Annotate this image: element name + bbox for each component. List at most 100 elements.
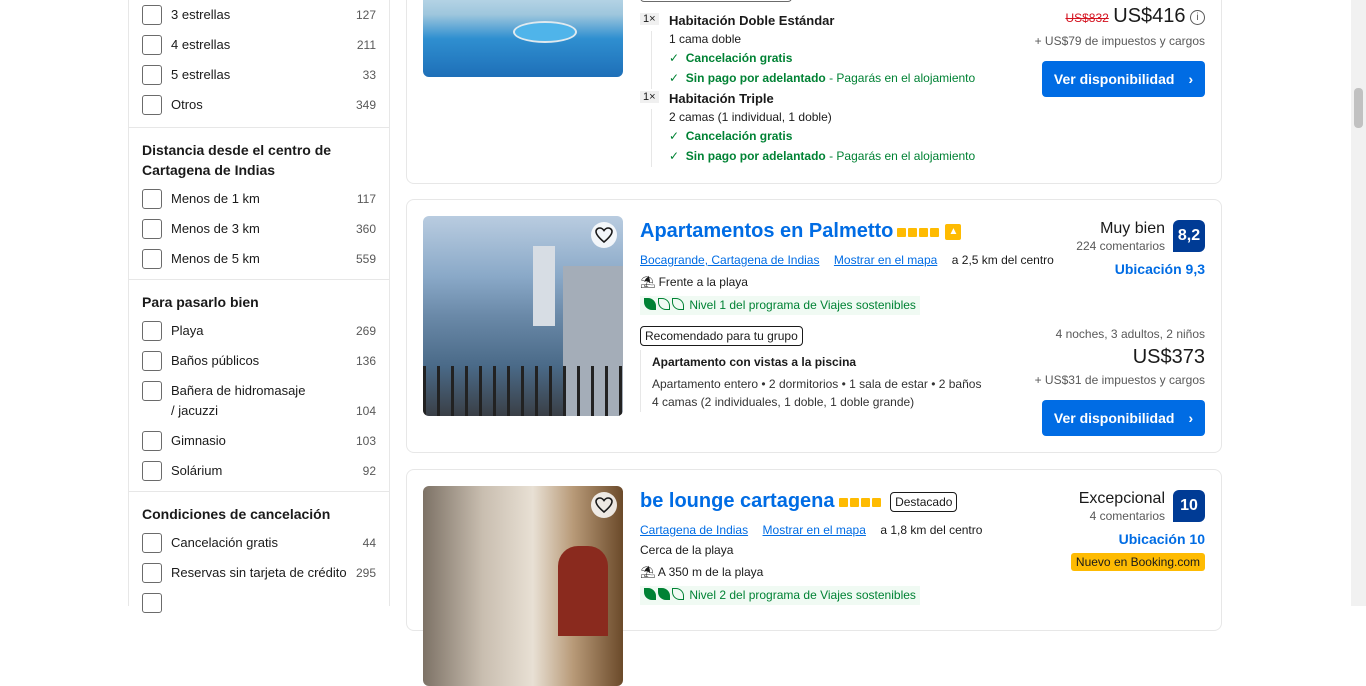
info-icon[interactable]: i — [1190, 10, 1205, 26]
filter-option[interactable]: Otros 349 — [142, 90, 376, 127]
chevron-right-icon: › — [1188, 71, 1194, 87]
filters-sidebar: 3 estrellas 127 4 estrellas 211 5 estrella… — [128, 0, 390, 613]
review-score[interactable]: 10 — [1173, 490, 1205, 522]
filter-option[interactable]: Gimnasio 103 — [142, 426, 376, 456]
room-name: Habitación Triple — [669, 91, 774, 106]
checkbox[interactable] — [142, 533, 162, 553]
divider — [640, 350, 641, 412]
filter-option[interactable]: Menos de 5 km 559 — [142, 244, 376, 279]
filter-option[interactable]: 4 estrellas 211 — [142, 30, 376, 60]
star-icon — [930, 228, 940, 238]
price: US$416 — [1113, 5, 1186, 27]
property-card: 1× Habitación Doble Estándar 1 cama dobl… — [406, 0, 1222, 184]
location-score[interactable]: Ubicación 10 — [1119, 531, 1205, 547]
check-icon: ✓ — [669, 71, 680, 85]
distance: a 1,8 km del centro — [880, 523, 983, 537]
location-score[interactable]: Ubicación 9,3 — [1115, 261, 1205, 277]
star-icon — [919, 228, 929, 238]
leaf-icon — [644, 298, 686, 313]
property-card: be lounge cartagena Destacado Cartagena … — [406, 469, 1222, 686]
page-scrollbar[interactable] — [1351, 0, 1366, 606]
checkbox[interactable] — [142, 189, 162, 209]
rating-stars — [838, 490, 883, 513]
checkbox[interactable] — [142, 249, 162, 269]
heart-icon[interactable] — [591, 492, 617, 518]
thumbs-up-icon: ▲ — [945, 223, 962, 240]
rating-word: Excepcional — [1078, 490, 1165, 507]
star-icon — [897, 228, 907, 238]
star-icon — [871, 498, 881, 508]
distance: a 2,5 km del centro — [951, 253, 1054, 267]
checkbox[interactable] — [142, 35, 162, 55]
checkbox[interactable] — [142, 431, 162, 451]
filter-option[interactable]: Menos de 3 km 360 — [142, 214, 376, 244]
property-photo[interactable] — [423, 0, 623, 77]
filter-option[interactable] — [142, 588, 376, 618]
checkbox[interactable] — [142, 381, 162, 401]
star-icon — [908, 228, 918, 238]
filter-option[interactable]: Bañera de hidromasaje / jacuzzi 104 — [142, 376, 376, 426]
room-name: Habitación Doble Estándar — [669, 13, 835, 28]
near-beach: Cerca de la playa — [640, 543, 734, 557]
property-title[interactable]: Apartamentos en Palmetto ▲ — [640, 220, 962, 243]
divider — [651, 109, 652, 167]
room-list: 1× Habitación Doble Estándar 1 cama dobl… — [640, 11, 1000, 167]
sustainability-badge[interactable]: Nivel 2 del programa de Viajes sostenibl… — [640, 586, 920, 606]
leaf-icon — [644, 588, 686, 603]
property-photo[interactable] — [423, 216, 623, 416]
checkbox[interactable] — [142, 461, 162, 481]
sustainability-badge[interactable]: Nivel 1 del programa de Viajes sostenibl… — [640, 296, 920, 316]
filter-group-cancel: Condiciones de cancelación Cancelación g… — [129, 492, 389, 618]
checkbox[interactable] — [142, 219, 162, 239]
filter-option[interactable]: Playa 269 — [142, 316, 376, 346]
stay-details: 4 noches, 3 adultos, 2 niños — [1055, 327, 1205, 341]
checkbox[interactable] — [142, 563, 162, 583]
no-prepayment: ✓ Sin pago por adelantado - Pagarás en e… — [669, 149, 976, 163]
filter-option[interactable]: Menos de 1 km 117 — [142, 184, 376, 214]
heart-icon[interactable] — [591, 222, 617, 248]
beach-icon: ⛱ — [640, 275, 656, 289]
availability-button[interactable]: Ver disponibilidad › — [1042, 61, 1205, 97]
room-qty: 1× — [640, 91, 659, 103]
checkbox[interactable] — [142, 351, 162, 371]
checkbox[interactable] — [142, 321, 162, 341]
map-link[interactable]: Mostrar en el mapa — [763, 523, 866, 537]
filter-option[interactable]: Cancelación gratis 44 — [142, 528, 376, 558]
location-link[interactable]: Cartagena de Indias — [640, 523, 748, 537]
filter-group-distance: Distancia desde el centro de Cartagena d… — [129, 128, 389, 280]
scrollbar-thumb[interactable] — [1354, 88, 1363, 128]
filter-option[interactable]: 5 estrellas 33 — [142, 60, 376, 90]
taxes: + US$31 de impuestos y cargos — [1034, 373, 1205, 387]
previous-badge-edge — [640, 0, 792, 2]
featured-badge: Destacado — [890, 491, 958, 512]
checkbox[interactable] — [142, 65, 162, 85]
filter-group-stars: 3 estrellas 127 4 estrellas 211 5 estrella… — [129, 0, 389, 128]
checkbox[interactable] — [142, 5, 162, 25]
price: US$373 — [1132, 346, 1205, 368]
beach-distance: ⛱ A 350 m de la playa — [640, 565, 764, 579]
free-cancel: ✓ Cancelación gratis — [669, 51, 793, 65]
property-photo[interactable] — [423, 486, 623, 686]
filter-option[interactable]: Reservas sin tarjeta de crédito 295 — [142, 558, 376, 588]
checkbox[interactable] — [142, 593, 162, 613]
location-link[interactable]: Bocagrande, Cartagena de Indias — [640, 253, 819, 267]
filter-option[interactable]: 3 estrellas 127 — [142, 0, 376, 30]
new-badge: Nuevo en Booking.com — [1070, 553, 1205, 571]
location-row: Bocagrande, Cartagena de Indias Mostrar … — [640, 251, 1054, 269]
filter-option[interactable]: Baños públicos 136 — [142, 346, 376, 376]
divider — [651, 31, 652, 89]
check-icon: ✓ — [669, 51, 680, 65]
room-beds: 4 camas (2 individuales, 1 doble, 1 dobl… — [652, 395, 915, 409]
old-price: US$832 — [1065, 11, 1109, 25]
star-icon — [860, 498, 870, 508]
review-score[interactable]: 8,2 — [1173, 220, 1205, 252]
map-link[interactable]: Mostrar en el mapa — [834, 253, 937, 267]
balcony-railing — [423, 366, 623, 416]
availability-button[interactable]: Ver disponibilidad › — [1042, 400, 1205, 436]
filter-option[interactable]: Solárium 92 — [142, 456, 376, 491]
check-icon: ✓ — [669, 129, 680, 143]
checkbox[interactable] — [142, 95, 162, 115]
free-cancel: ✓ Cancelación gratis — [669, 129, 793, 143]
filter-group-title: Distancia desde el centro de Cartagena d… — [142, 142, 332, 178]
property-title[interactable]: be lounge cartagena Destacado — [640, 490, 958, 513]
